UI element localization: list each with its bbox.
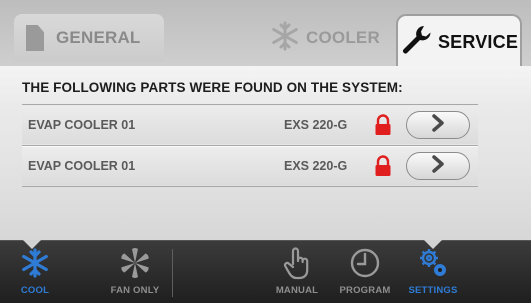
tab-service-label: SERVICE <box>437 31 519 52</box>
part-model: EXS 220-G <box>284 159 348 173</box>
nav-program[interactable]: PROGRAM <box>330 245 400 301</box>
tab-cooler-label: COOLER <box>306 28 380 47</box>
nav-settings-label: SETTINGS <box>408 285 458 296</box>
hand-pointer-icon <box>282 245 312 281</box>
divider <box>22 186 478 187</box>
bottom-nav: COOL FAN ONLY MANUAL PROGRAM SETTINGS <box>0 240 531 303</box>
main-panel: GENERAL COOLER SERVICE THE FOLLOWING PAR… <box>0 0 531 240</box>
tab-cooler[interactable]: COOLER <box>270 14 398 62</box>
parts-heading: THE FOLLOWING PARTS WERE FOUND ON THE SY… <box>22 80 403 95</box>
clock-icon <box>349 245 381 281</box>
part-detail-button[interactable] <box>406 111 470 139</box>
gears-icon <box>415 245 451 281</box>
chevron-right-icon <box>430 113 446 137</box>
snowflake-icon <box>270 21 300 56</box>
nav-fan-only-label: FAN ONLY <box>110 285 160 296</box>
wrench-icon <box>400 23 434 62</box>
lock-icon <box>374 114 392 136</box>
nav-cool-label: COOL <box>20 285 50 296</box>
chevron-right-icon <box>430 154 446 178</box>
part-name: EVAP COOLER 01 <box>28 118 136 132</box>
divider <box>22 104 478 105</box>
nav-fan-only[interactable]: FAN ONLY <box>100 245 170 301</box>
tab-service[interactable]: SERVICE <box>396 14 522 68</box>
service-content: THE FOLLOWING PARTS WERE FOUND ON THE SY… <box>0 66 531 240</box>
part-row: EVAP COOLER 01 EXS 220-G <box>22 106 478 144</box>
nav-settings[interactable]: SETTINGS <box>398 245 468 301</box>
part-model: EXS 220-G <box>284 118 348 132</box>
tab-bar: GENERAL COOLER SERVICE <box>0 0 531 68</box>
nav-program-label: PROGRAM <box>339 285 391 296</box>
nav-manual[interactable]: MANUAL <box>262 245 332 301</box>
document-icon <box>26 25 44 51</box>
part-name: EVAP COOLER 01 <box>28 159 136 173</box>
nav-manual-label: MANUAL <box>275 285 319 296</box>
part-row: EVAP COOLER 01 EXS 220-G <box>22 147 478 185</box>
service-screen: GENERAL COOLER SERVICE THE FOLLOWING PAR… <box>0 0 531 303</box>
lock-icon <box>374 155 392 177</box>
tab-general[interactable]: GENERAL <box>14 14 164 62</box>
nav-divider <box>172 249 173 297</box>
tab-general-label: GENERAL <box>56 28 141 47</box>
part-detail-button[interactable] <box>406 152 470 180</box>
nav-cool[interactable]: COOL <box>0 245 70 301</box>
fan-icon <box>118 245 152 281</box>
snowflake-icon <box>20 245 50 281</box>
